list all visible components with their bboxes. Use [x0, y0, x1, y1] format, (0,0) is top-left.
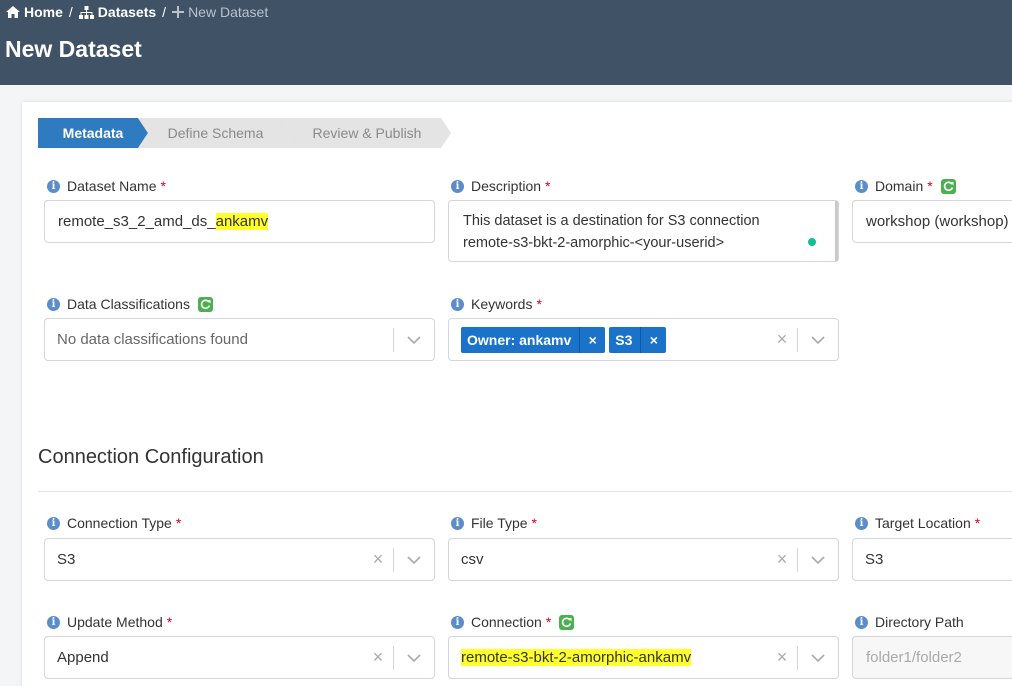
description-line-2: remote-s3-bkt-2-amorphic-<your-userid>: [463, 235, 725, 251]
required-asterisk: *: [927, 178, 933, 194]
connection-type-label: i Connection Type *: [47, 515, 181, 531]
info-icon[interactable]: i: [47, 516, 60, 530]
update-method-label: i Update Method *: [47, 614, 172, 630]
directory-path-label: i Directory Path: [855, 614, 964, 630]
file-type-label: i File Type *: [451, 515, 537, 531]
target-location-label: i Target Location *: [855, 515, 980, 531]
info-icon[interactable]: i: [855, 179, 868, 193]
remove-tag-icon[interactable]: ×: [640, 326, 666, 353]
info-icon[interactable]: i: [855, 615, 868, 629]
home-icon: [6, 6, 20, 18]
keywords-multiselect[interactable]: Owner: ankamv × S3 × ×: [448, 318, 839, 361]
description-line-1: This dataset is a destination for S3 con…: [463, 213, 760, 229]
breadcrumb-current-label: New Dataset: [188, 4, 269, 20]
clear-icon[interactable]: ×: [363, 549, 393, 570]
clear-icon[interactable]: ×: [767, 549, 797, 570]
required-asterisk: *: [536, 296, 542, 312]
step-review-publish[interactable]: Review & Publish: [283, 118, 451, 148]
file-type-select[interactable]: csv ×: [448, 538, 839, 581]
chevron-down-icon[interactable]: [798, 335, 838, 344]
step-label: Define Schema: [167, 125, 264, 141]
remove-tag-icon[interactable]: ×: [579, 326, 605, 353]
breadcrumb-datasets[interactable]: Datasets: [78, 4, 157, 20]
required-asterisk: *: [545, 178, 551, 194]
chevron-down-icon[interactable]: [394, 653, 434, 662]
breadcrumb-current: New Dataset: [172, 4, 268, 20]
required-asterisk: *: [175, 515, 182, 531]
required-asterisk: *: [545, 614, 552, 630]
dataset-name-label: i Dataset Name *: [47, 178, 166, 194]
connection-type-select[interactable]: S3 ×: [44, 538, 435, 581]
required-asterisk: *: [166, 614, 173, 630]
chevron-down-icon[interactable]: [394, 335, 434, 344]
clear-icon[interactable]: ×: [767, 329, 797, 350]
breadcrumb-separator: /: [68, 4, 73, 20]
chevron-down-icon[interactable]: [798, 653, 838, 662]
highlighted-userid: ankamv: [215, 213, 269, 230]
info-icon[interactable]: i: [451, 179, 464, 193]
required-asterisk: *: [160, 178, 166, 194]
info-icon[interactable]: i: [451, 297, 464, 311]
domain-select[interactable]: workshop (workshop): [852, 200, 1012, 243]
info-icon[interactable]: i: [47, 297, 60, 311]
required-asterisk: *: [531, 515, 537, 531]
breadcrumb: Home / Datasets / New Dataset: [6, 4, 268, 20]
step-metadata[interactable]: Metadata: [38, 118, 148, 148]
highlighted-connection: remote-s3-bkt-2-amorphic-ankamv: [461, 649, 692, 666]
clear-icon[interactable]: ×: [767, 647, 797, 668]
info-icon[interactable]: i: [451, 615, 464, 629]
description-textarea[interactable]: This dataset is a destination for S3 con…: [448, 200, 839, 262]
section-divider: [38, 491, 1012, 492]
keywords-label: i Keywords *: [451, 296, 542, 312]
dataset-name-input[interactable]: remote_s3_2_amd_ds_ ankamv: [44, 200, 435, 243]
refresh-icon[interactable]: [559, 614, 575, 630]
keyword-tag: Owner: ankamv ×: [461, 326, 606, 353]
data-classifications-label: i Data Classifications: [47, 296, 213, 312]
textarea-scrollbar[interactable]: [835, 201, 838, 261]
chevron-down-icon[interactable]: [394, 555, 434, 564]
page-title: New Dataset: [5, 36, 142, 62]
description-label: i Description *: [451, 178, 550, 194]
page-header: Home / Datasets / New Dataset New Datase…: [0, 0, 1012, 85]
info-icon[interactable]: i: [47, 615, 60, 629]
connection-label: i Connection *: [451, 614, 575, 630]
keyword-tag: S3 ×: [609, 326, 667, 353]
refresh-icon[interactable]: [197, 296, 213, 312]
connection-configuration-title: Connection Configuration: [38, 446, 264, 468]
info-icon[interactable]: i: [451, 516, 464, 530]
breadcrumb-datasets-label: Datasets: [97, 4, 157, 20]
chevron-down-icon[interactable]: [798, 555, 838, 564]
domain-label: i Domain *: [855, 178, 956, 194]
target-location-select[interactable]: S3: [852, 538, 1012, 581]
step-label: Metadata: [62, 125, 124, 141]
info-icon[interactable]: i: [47, 179, 60, 193]
connection-select[interactable]: remote-s3-bkt-2-amorphic-ankamv ×: [448, 636, 839, 679]
directory-path-input[interactable]: folder1/folder2: [852, 636, 1012, 679]
sitemap-icon: [78, 5, 94, 19]
plus-icon: [172, 6, 185, 18]
refresh-icon[interactable]: [940, 178, 956, 194]
grammarly-indicator-icon[interactable]: [808, 238, 816, 246]
info-icon[interactable]: i: [855, 516, 868, 530]
required-asterisk: *: [974, 515, 981, 531]
breadcrumb-home-label: Home: [24, 4, 63, 20]
step-define-schema[interactable]: Define Schema: [138, 118, 293, 148]
update-method-select[interactable]: Append ×: [44, 636, 435, 679]
data-classifications-select[interactable]: No data classifications found: [44, 318, 435, 361]
step-label: Review & Publish: [312, 125, 422, 141]
breadcrumb-separator: /: [162, 4, 167, 20]
clear-icon[interactable]: ×: [363, 647, 393, 668]
breadcrumb-home[interactable]: Home: [6, 4, 63, 20]
